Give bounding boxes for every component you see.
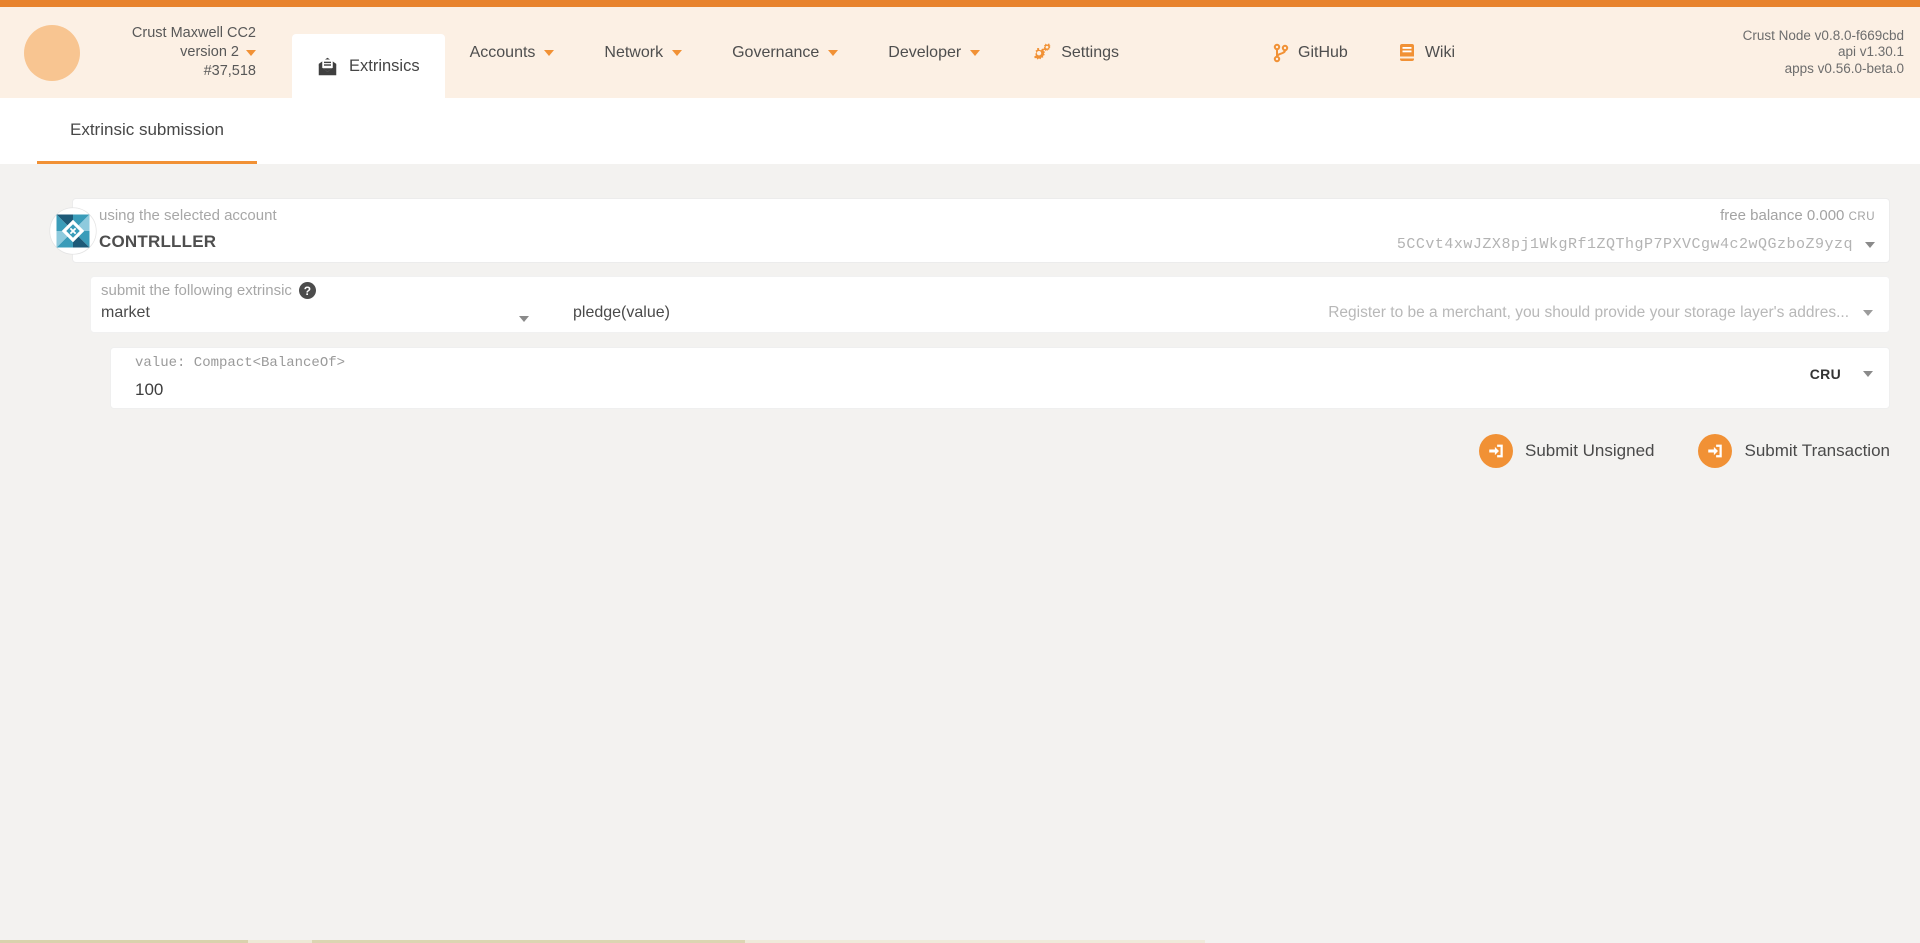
extrinsic-field-label: submit the following extrinsic <box>101 282 292 299</box>
tab-label: Extrinsics <box>349 57 420 76</box>
chevron-down-icon <box>1863 310 1873 316</box>
apps-version: apps v0.56.0-beta.0 <box>1743 61 1904 78</box>
param-value-row: value: Compact<BalanceOf> CRU <box>110 347 1890 409</box>
external-links: GitHub Wiki <box>1248 7 1480 98</box>
free-balance: free balance 0.000 CRU <box>1720 207 1875 224</box>
chevron-down-icon <box>519 316 529 322</box>
envelope-open-text-icon <box>317 56 338 77</box>
button-label: Submit Transaction <box>1744 441 1890 461</box>
account-selector[interactable]: using the selected account CONTRLLLER fr… <box>72 198 1890 263</box>
app-header: Crust Maxwell CC2 version 2 #37,518 Extr… <box>0 7 1920 98</box>
chevron-down-icon <box>1863 371 1873 377</box>
chevron-down-icon <box>672 50 682 56</box>
main-nav: Accounts Network Governance Developer <box>445 7 1144 98</box>
gears-icon <box>1030 43 1052 63</box>
method-value: pledge(value) <box>573 304 670 322</box>
nav-label: Network <box>604 44 663 62</box>
nav-item-network[interactable]: Network <box>579 7 707 98</box>
method-description: Register to be a merchant, you should pr… <box>1328 304 1849 322</box>
chevron-down-icon <box>828 50 838 56</box>
nav-item-accounts[interactable]: Accounts <box>445 7 580 98</box>
balance-unit: CRU <box>1849 211 1875 223</box>
balance-value: 0.000 <box>1807 207 1845 224</box>
subtab-label: Extrinsic submission <box>70 120 224 140</box>
button-label: Submit Unsigned <box>1525 441 1654 461</box>
nav-item-settings[interactable]: Settings <box>1005 7 1144 98</box>
submit-transaction-button[interactable]: Submit Transaction <box>1698 434 1890 468</box>
nav-label: Settings <box>1061 44 1119 62</box>
block-number: #37,518 <box>84 62 256 81</box>
node-version-info: Crust Node v0.8.0-f669cbd api v1.30.1 ap… <box>1743 28 1904 78</box>
chevron-down-icon <box>1865 242 1875 248</box>
chevron-down-icon <box>246 50 256 56</box>
unit-dropdown[interactable]: CRU <box>1810 366 1873 382</box>
method-dropdown[interactable]: pledge(value) Register to be a merchant,… <box>573 282 1873 324</box>
action-buttons: Submit Unsigned Submit Transaction <box>0 434 1890 468</box>
param-value-input[interactable] <box>135 380 535 400</box>
sign-in-icon <box>1479 434 1513 468</box>
api-version: api v1.30.1 <box>1743 44 1904 61</box>
page-content: using the selected account CONTRLLLER fr… <box>0 198 1920 943</box>
tab-extrinsics[interactable]: Extrinsics <box>292 34 445 98</box>
chain-version: version 2 <box>180 43 239 62</box>
account-address: 5CCvt4xwJZX8pj1WkgRf1ZQThgP7PXVCgw4c2wQG… <box>1397 236 1853 253</box>
chain-selector[interactable]: Crust Maxwell CC2 version 2 #37,518 <box>84 24 256 81</box>
account-name: CONTRLLLER <box>99 232 277 252</box>
sign-in-icon <box>1698 434 1732 468</box>
link-label: Wiki <box>1425 44 1455 62</box>
chevron-down-icon <box>970 50 980 56</box>
subtab-extrinsic-submission[interactable]: Extrinsic submission <box>37 98 257 164</box>
network-logo[interactable] <box>24 25 80 81</box>
top-accent-strip <box>0 0 1920 7</box>
help-icon[interactable]: ? <box>299 282 316 299</box>
account-field-label: using the selected account <box>99 207 277 224</box>
nav-label: Governance <box>732 44 819 62</box>
chevron-down-icon <box>544 50 554 56</box>
balance-label: free balance <box>1720 207 1803 224</box>
nav-item-developer[interactable]: Developer <box>863 7 1005 98</box>
book-icon <box>1398 43 1416 62</box>
node-version: Crust Node v0.8.0-f669cbd <box>1743 28 1904 45</box>
account-identicon <box>49 207 97 255</box>
subtab-bar: Extrinsic submission <box>0 98 1920 164</box>
link-label: GitHub <box>1298 44 1348 62</box>
nav-label: Developer <box>888 44 961 62</box>
submit-unsigned-button[interactable]: Submit Unsigned <box>1479 434 1654 468</box>
link-github[interactable]: GitHub <box>1248 7 1373 98</box>
code-branch-icon <box>1273 43 1289 63</box>
nav-label: Accounts <box>470 44 536 62</box>
link-wiki[interactable]: Wiki <box>1373 7 1480 98</box>
param-type-label: value: Compact<BalanceOf> <box>135 355 1810 371</box>
nav-item-governance[interactable]: Governance <box>707 7 863 98</box>
module-dropdown[interactable]: submit the following extrinsic ? market <box>101 282 529 324</box>
chain-name: Crust Maxwell CC2 <box>84 24 256 43</box>
module-value: market <box>101 304 150 322</box>
unit-value: CRU <box>1810 366 1841 382</box>
extrinsic-picker: submit the following extrinsic ? market … <box>90 276 1890 333</box>
